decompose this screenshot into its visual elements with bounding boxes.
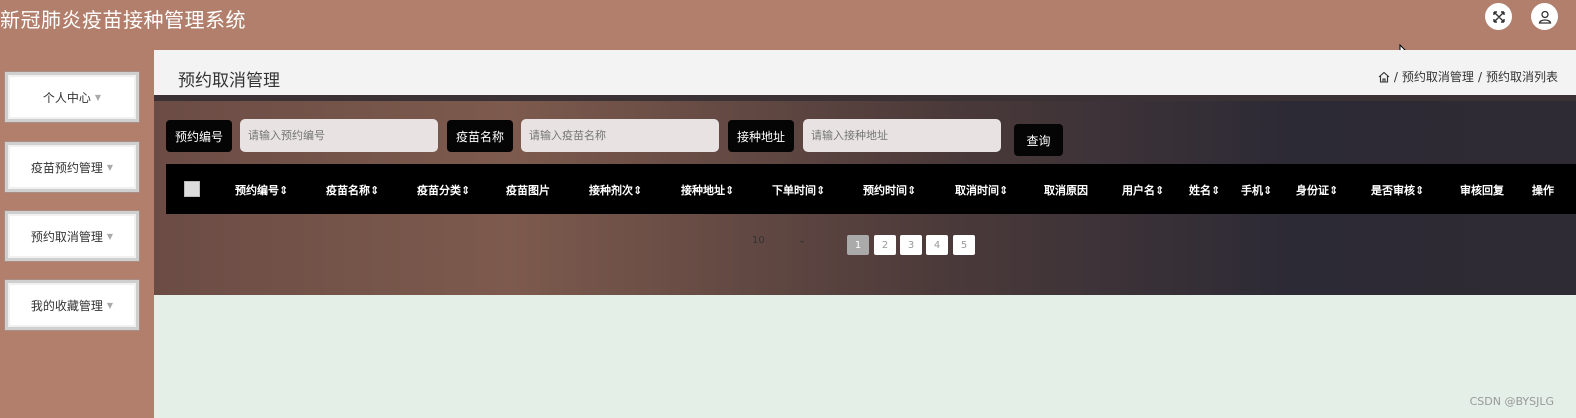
content-panel: 预约编号 疫苗名称 接种地址 查询 预约编号⇕ 疫苗名称⇕ 疫苗分类⇕ 疫苗图片…	[154, 95, 1576, 295]
column-header[interactable]: 身份证⇕	[1296, 182, 1338, 198]
sidebar-item-label: 预约取消管理	[30, 229, 103, 244]
query-button[interactable]: 查询	[1014, 124, 1063, 156]
sidebar-item-booking-cancel[interactable]: 预约取消管理 ▼	[5, 211, 139, 261]
column-header[interactable]: 接种剂次⇕	[589, 182, 642, 198]
app-title: 新冠肺炎疫苗接种管理系统	[0, 8, 246, 32]
column-header[interactable]: 疫苗名称⇕	[326, 182, 379, 198]
caret-down-icon: ▼	[94, 92, 102, 102]
column-header[interactable]: 预约编号⇕	[235, 182, 288, 198]
chevron-down-icon: ⌄	[797, 235, 807, 246]
search-label-booking-no: 预约编号	[166, 120, 232, 152]
fullscreen-button[interactable]	[1485, 3, 1512, 30]
search-label-address: 接种地址	[728, 120, 794, 152]
page-button[interactable]: 2	[874, 235, 896, 255]
user-button[interactable]	[1531, 3, 1558, 30]
breadcrumb-separator: /	[1393, 69, 1398, 84]
column-header[interactable]: 下单时间⇕	[772, 182, 825, 198]
sidebar-item-label: 个人中心	[42, 90, 91, 105]
page-header: 预约取消管理 / 预约取消管理 / 预约取消列表	[154, 50, 1576, 95]
column-header[interactable]: 疫苗分类⇕	[417, 182, 470, 198]
breadcrumb: / 预约取消管理 / 预约取消列表	[1378, 68, 1558, 85]
page-button[interactable]: 1	[847, 235, 869, 255]
column-header: 取消原因	[1044, 184, 1088, 197]
caret-down-icon: ▼	[106, 231, 114, 241]
breadcrumb-item: 预约取消列表	[1485, 70, 1558, 84]
column-header[interactable]: 接种地址⇕	[681, 182, 734, 198]
user-icon	[1538, 10, 1551, 24]
search-label-vaccine-name: 疫苗名称	[447, 120, 513, 152]
column-header[interactable]: 取消时间⇕	[955, 182, 1008, 198]
main-area: 预约取消管理 / 预约取消管理 / 预约取消列表 预约编号 疫苗名称 接种地址 …	[154, 50, 1576, 418]
sidebar-item-favorites[interactable]: 我的收藏管理 ▼	[5, 280, 139, 330]
breadcrumb-item[interactable]: 预约取消管理	[1402, 68, 1474, 85]
column-header[interactable]: 手机⇕	[1241, 182, 1272, 198]
breadcrumb-separator: /	[1477, 69, 1482, 84]
search-input-vaccine-name[interactable]	[521, 119, 719, 152]
search-input-booking-no[interactable]	[240, 119, 438, 152]
sidebar-item-vaccine-booking[interactable]: 疫苗预约管理 ▼	[5, 142, 139, 192]
sidebar-item-label: 我的收藏管理	[30, 298, 103, 313]
content-shade	[154, 95, 1576, 101]
watermark: CSDN @BYSJLG	[1469, 395, 1554, 408]
page-button[interactable]: 4	[926, 235, 948, 255]
page-button[interactable]: 3	[900, 235, 922, 255]
home-icon[interactable]	[1378, 71, 1390, 83]
caret-down-icon: ▼	[106, 300, 114, 310]
column-header[interactable]: 预约时间⇕	[863, 182, 916, 198]
caret-down-icon: ▼	[106, 162, 114, 172]
page-button[interactable]: 5	[953, 235, 975, 255]
select-all-checkbox[interactable]	[184, 181, 200, 197]
table-header: 预约编号⇕ 疫苗名称⇕ 疫苗分类⇕ 疫苗图片 接种剂次⇕ 接种地址⇕ 下单时间⇕…	[166, 164, 1576, 214]
sidebar-item-personal-center[interactable]: 个人中心 ▼	[5, 72, 139, 122]
search-input-address[interactable]	[803, 119, 1001, 152]
page-title: 预约取消管理	[178, 71, 280, 91]
fullscreen-icon	[1492, 10, 1505, 23]
column-header[interactable]: 是否审核⇕	[1371, 182, 1424, 198]
column-header: 审核回复	[1460, 184, 1504, 197]
column-header: 操作	[1532, 184, 1554, 197]
column-header[interactable]: 用户名⇕	[1122, 182, 1164, 198]
sidebar: 个人中心 ▼ 疫苗预约管理 ▼ 预约取消管理 ▼ 我的收藏管理 ▼	[0, 50, 154, 418]
column-header[interactable]: 姓名⇕	[1189, 182, 1220, 198]
column-header: 疫苗图片	[506, 184, 550, 197]
sidebar-item-label: 疫苗预约管理	[30, 160, 103, 175]
page-size-select[interactable]: 10 ⌄	[752, 235, 806, 246]
top-bar: 新冠肺炎疫苗接种管理系统	[0, 0, 1576, 62]
